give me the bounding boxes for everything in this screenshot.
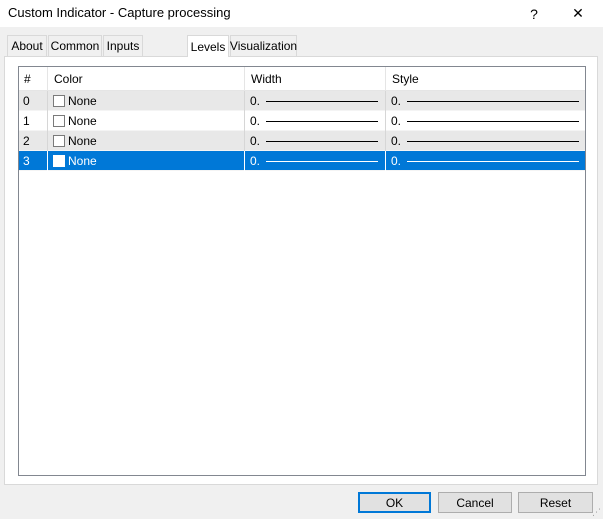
style-value: 0. (391, 94, 402, 108)
help-icon: ? (530, 5, 538, 22)
style-line-sample (407, 140, 580, 142)
width-cell[interactable]: 0. (245, 91, 386, 111)
style-cell[interactable]: 0. (386, 131, 585, 151)
color-label: None (68, 134, 97, 148)
color-swatch (53, 115, 65, 127)
resize-grip-icon[interactable]: ⋰ (592, 508, 601, 517)
color-swatch (53, 95, 65, 107)
close-icon: ✕ (572, 5, 584, 21)
cancel-button[interactable]: Cancel (438, 492, 512, 513)
table-row-selected[interactable]: 3 None 0. 0. (19, 151, 585, 171)
style-line-sample (407, 120, 580, 122)
width-line-sample (266, 100, 379, 102)
grid-header: # Color Width Style (19, 67, 585, 91)
dialog-window: Custom Indicator - Capture processing ? … (0, 0, 603, 519)
width-cell[interactable]: 0. (245, 151, 386, 171)
row-index: 2 (19, 131, 48, 151)
levels-grid[interactable]: # Color Width Style 0 None 0. 0. 1 None … (18, 66, 586, 476)
color-cell[interactable]: None (48, 111, 245, 131)
tab-label: Common (50, 39, 100, 53)
tab-levels[interactable]: Levels (187, 35, 229, 57)
row-index: 1 (19, 111, 48, 131)
width-value: 0. (250, 134, 261, 148)
column-header-color[interactable]: Color (48, 67, 245, 91)
style-cell[interactable]: 0. (386, 111, 585, 131)
tab-panel: # Color Width Style 0 None 0. 0. 1 None … (4, 56, 598, 485)
window-title: Custom Indicator - Capture processing (8, 5, 231, 20)
style-value: 0. (391, 154, 402, 168)
style-cell[interactable]: 0. (386, 151, 585, 171)
width-line-sample (266, 140, 379, 142)
tab-visualization[interactable]: Visualization (230, 35, 297, 56)
tab-label: Visualization (229, 39, 298, 53)
tab-about[interactable]: About (7, 35, 47, 56)
help-button[interactable]: ? (512, 0, 556, 27)
style-value: 0. (391, 114, 402, 128)
style-line-sample (407, 160, 580, 162)
width-value: 0. (250, 94, 261, 108)
color-cell[interactable]: None (48, 151, 245, 171)
table-row[interactable]: 0 None 0. 0. (19, 91, 585, 111)
style-value: 0. (391, 134, 402, 148)
width-cell[interactable]: 0. (245, 111, 386, 131)
width-value: 0. (250, 114, 261, 128)
width-line-sample (266, 160, 379, 162)
tab-label: About (11, 39, 43, 53)
tab-inputs[interactable]: Inputs (103, 35, 143, 56)
column-header-style[interactable]: Style (386, 67, 585, 91)
width-cell[interactable]: 0. (245, 131, 386, 151)
width-line-sample (266, 120, 379, 122)
row-index: 0 (19, 91, 48, 111)
close-button[interactable]: ✕ (556, 0, 600, 27)
color-cell[interactable]: None (48, 131, 245, 151)
color-cell[interactable]: None (48, 91, 245, 111)
tab-common[interactable]: Common (48, 35, 102, 56)
tab-strip: About Common Inputs Levels Visualization (0, 35, 603, 57)
tab-label: Levels (190, 39, 226, 54)
color-swatch (53, 135, 65, 147)
color-label: None (68, 114, 97, 128)
ok-button[interactable]: OK (358, 492, 431, 513)
reset-button[interactable]: Reset (518, 492, 593, 513)
row-index: 3 (19, 151, 48, 171)
color-label: None (68, 154, 97, 168)
tab-label: Inputs (106, 39, 140, 53)
style-cell[interactable]: 0. (386, 91, 585, 111)
column-header-width[interactable]: Width (245, 67, 386, 91)
column-header-number[interactable]: # (19, 67, 48, 91)
table-row[interactable]: 2 None 0. 0. (19, 131, 585, 151)
title-bar: Custom Indicator - Capture processing ? … (0, 0, 603, 27)
style-line-sample (407, 100, 580, 102)
color-label: None (68, 94, 97, 108)
color-swatch (53, 155, 65, 167)
width-value: 0. (250, 154, 261, 168)
table-row[interactable]: 1 None 0. 0. (19, 111, 585, 131)
